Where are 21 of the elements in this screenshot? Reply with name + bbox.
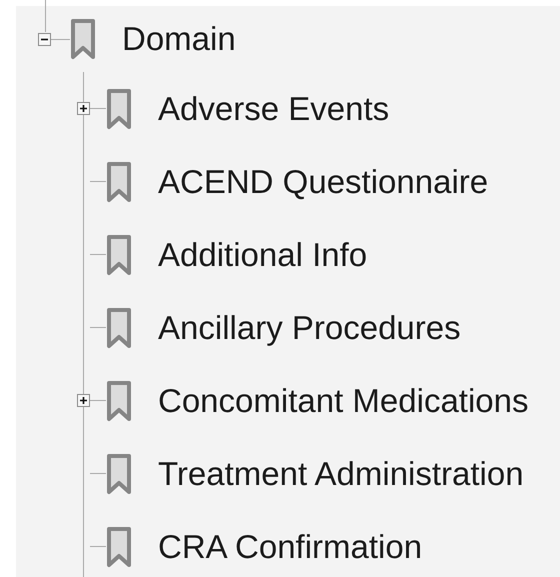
plus-icon [79,104,88,113]
bookmark-icon [106,88,132,130]
expand-toggle[interactable] [77,394,90,407]
bookmark-icon [106,526,132,568]
bookmark-icon [106,306,132,348]
tree-item-label[interactable]: Treatment Administration [158,448,524,498]
bookmark-icon [106,380,132,422]
tree-item-label[interactable]: Additional Info [158,230,368,280]
bookmark-icon [106,234,132,276]
tree-item-label[interactable]: CRA Confirmation [158,522,422,572]
bookmark-icon [106,452,132,494]
tree-item-label[interactable]: Domain [122,14,236,64]
tree-item-label[interactable]: ACEND Questionnaire [158,156,488,206]
tree-item-label[interactable]: Ancillary Procedures [158,302,461,352]
plus-icon [79,396,88,405]
bookmark-icon [106,160,132,202]
expand-toggle[interactable] [77,102,90,115]
collapse-toggle[interactable] [38,32,51,46]
tree-item-label[interactable]: Adverse Events [158,84,390,134]
tree-item-label[interactable]: Concomitant Medications [158,376,529,426]
bookmark-icon [70,18,96,60]
